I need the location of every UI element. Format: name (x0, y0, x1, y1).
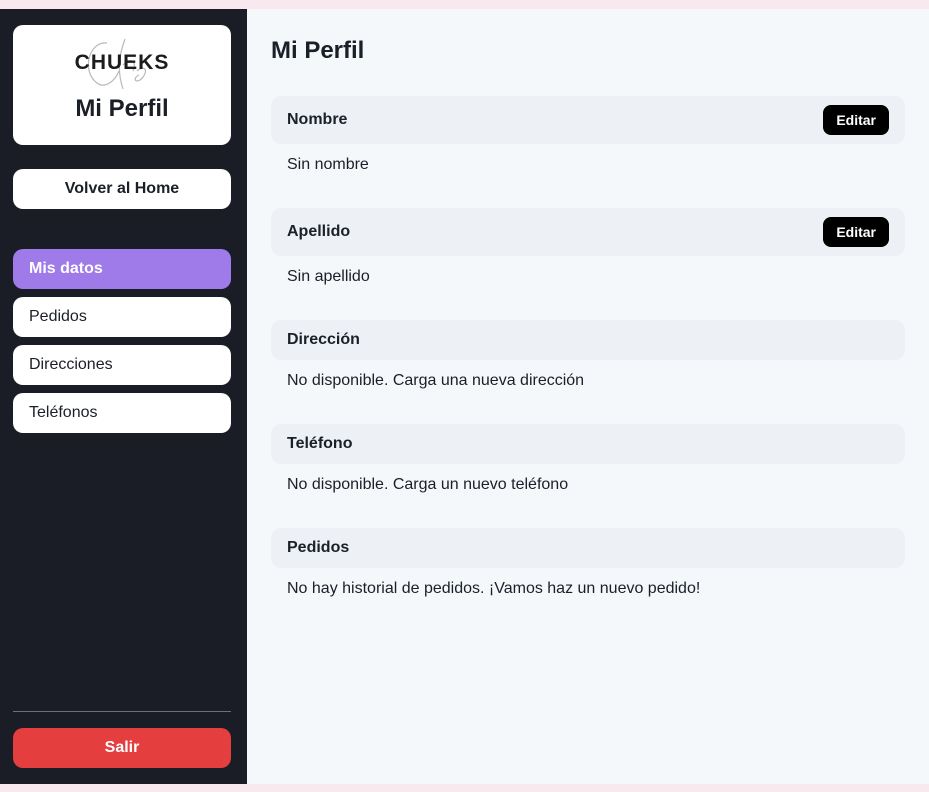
section-value: Sin apellido (287, 268, 370, 285)
sidebar-divider (13, 711, 231, 712)
section-header: Apellido Editar (271, 208, 905, 256)
section-value: No disponible. Carga un nuevo teléfono (287, 476, 569, 493)
sidebar-item-pedidos[interactable]: Pedidos (13, 297, 231, 337)
brand-logo: CHUEKS (67, 31, 177, 95)
section-header: Nombre Editar (271, 96, 905, 144)
section-label: Nombre (287, 111, 348, 128)
page-title: Mi Perfil (271, 37, 365, 64)
section-label: Teléfono (287, 435, 353, 452)
logo-text: CHUEKS (74, 51, 170, 74)
app-window: CHUEKS Mi Perfil Volver al Home Mis dato… (0, 9, 929, 784)
section-value: No hay historial de pedidos. ¡Vamos haz … (287, 580, 701, 597)
sidebar-item-telefonos[interactable]: Teléfonos (13, 393, 231, 433)
section-header: Dirección (271, 320, 905, 360)
main-content: Mi Perfil Nombre Editar Sin nombre Apell… (247, 9, 929, 784)
section-direccion: Dirección No disponible. Carga una nueva… (271, 320, 905, 400)
edit-nombre-button[interactable]: Editar (823, 105, 889, 135)
section-label: Pedidos (287, 539, 350, 556)
section-apellido: Apellido Editar Sin apellido (271, 208, 905, 296)
section-value: Sin nombre (287, 156, 369, 173)
logout-button[interactable]: Salir (13, 728, 231, 768)
sidebar-item-direcciones[interactable]: Direcciones (13, 345, 231, 385)
back-home-button[interactable]: Volver al Home (13, 169, 231, 209)
brand-card: CHUEKS Mi Perfil (13, 25, 231, 145)
brand-title: Mi Perfil (75, 95, 169, 122)
edit-apellido-button[interactable]: Editar (823, 217, 889, 247)
section-header: Teléfono (271, 424, 905, 464)
section-label: Dirección (287, 331, 360, 348)
section-value: No disponible. Carga una nueva dirección (287, 372, 585, 389)
section-nombre: Nombre Editar Sin nombre (271, 96, 905, 184)
sidebar-item-mis-datos[interactable]: Mis datos (13, 249, 231, 289)
section-pedidos: Pedidos No hay historial de pedidos. ¡Va… (271, 528, 905, 608)
sidebar: CHUEKS Mi Perfil Volver al Home Mis dato… (0, 9, 247, 784)
section-telefono: Teléfono No disponible. Carga un nuevo t… (271, 424, 905, 504)
section-header: Pedidos (271, 528, 905, 568)
section-label: Apellido (287, 223, 351, 240)
sidebar-nav: Mis datos Pedidos Direcciones Teléfonos (13, 249, 234, 433)
